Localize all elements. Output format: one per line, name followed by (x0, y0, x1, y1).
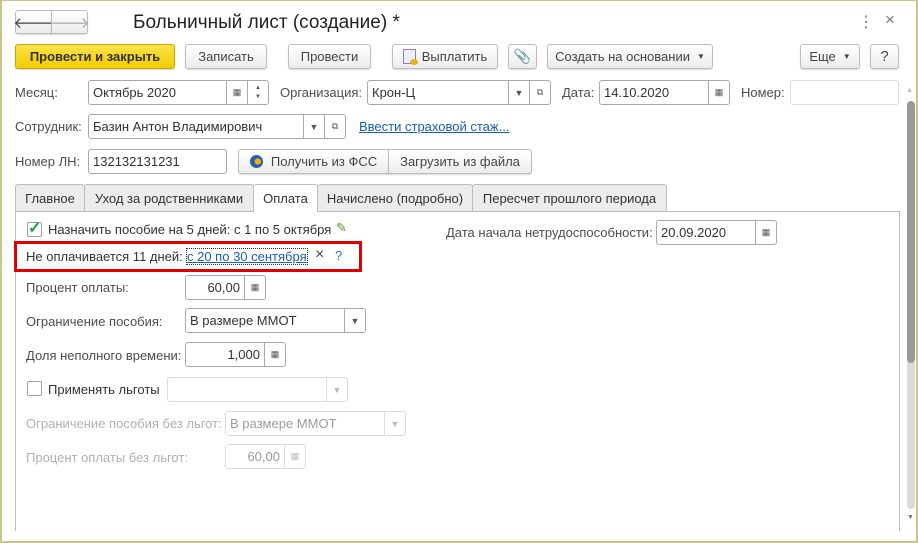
calculator-icon[interactable]: ▦ (264, 343, 285, 366)
calendar-icon[interactable]: ▦ (226, 81, 247, 104)
scroll-up-icon[interactable]: ▲ (906, 87, 913, 94)
get-from-fss-button[interactable]: Получить из ФСС (238, 149, 389, 174)
post-and-close-button[interactable]: Провести и закрыть (15, 44, 175, 69)
more-icon[interactable]: ⋮ (858, 12, 874, 32)
dropdown-arrow-icon: ▼ (696, 52, 705, 61)
organization-label: Организация: (280, 85, 363, 100)
save-button[interactable]: Записать (185, 44, 267, 69)
month-label: Месяц: (15, 85, 58, 100)
page-title: Больничный лист (создание) * (133, 12, 400, 33)
create-based-on-button[interactable]: Создать на основании ▼ (547, 44, 713, 69)
benefit-limit-label: Ограничение пособия: (26, 314, 163, 329)
pay-button[interactable]: Выплатить (392, 44, 498, 69)
forward-button[interactable]: 🡒 (49, 10, 90, 34)
ln-number-field[interactable]: 132132131231 (88, 149, 227, 174)
pencil-icon[interactable]: ✎ (336, 220, 347, 236)
limit-no-benefits-label: Ограничение пособия без льгот: (26, 416, 222, 431)
dropdown-arrow-icon[interactable]: ▼ (508, 81, 529, 104)
help-icon[interactable]: ? (335, 248, 342, 263)
calendar-icon[interactable]: ▦ (755, 221, 776, 244)
window: 🡐 🡒 Больничный лист (создание) * ⋮ × Про… (0, 0, 918, 543)
assign-benefit-label: Назначить пособие на 5 дней: с 1 по 5 ок… (48, 222, 332, 237)
percent-no-benefits-label: Процент оплаты без льгот: (26, 450, 188, 465)
tab-recalculation[interactable]: Пересчет прошлого периода (472, 184, 667, 212)
organization-field[interactable]: Крон-Ц ▼ ⧉ (367, 80, 551, 105)
calculator-icon: ▦ (284, 445, 305, 468)
spinner-icon[interactable]: ▲ ▼ (247, 81, 268, 104)
tab-relatives-care[interactable]: Уход за родственниками (84, 184, 254, 212)
part-time-field[interactable]: 1,000 ▦ (185, 342, 286, 367)
apply-benefits-checkbox[interactable] (27, 381, 42, 396)
arrow-left-icon: 🡐 (13, 14, 54, 32)
date-label: Дата: (562, 85, 595, 100)
payment-percent-field[interactable]: 60,00 ▦ (185, 275, 266, 300)
open-icon[interactable]: ⧉ (324, 115, 345, 138)
calendar-icon[interactable]: ▦ (708, 81, 729, 104)
open-icon[interactable]: ⧉ (529, 81, 550, 104)
number-label: Номер: (741, 85, 785, 100)
calculator-icon[interactable]: ▦ (244, 276, 265, 299)
number-field[interactable] (790, 80, 899, 105)
dropdown-arrow-icon[interactable]: ▼ (303, 115, 324, 138)
payment-percent-label: Процент оплаты: (26, 280, 129, 295)
assign-benefit-checkbox[interactable]: ✓ (27, 220, 42, 237)
employee-field[interactable]: Базин Антон Владимирович ▼ ⧉ (88, 114, 346, 139)
unpaid-period-link[interactable]: с 20 по 30 сентября (186, 248, 308, 265)
fss-logo-icon (249, 155, 263, 168)
paperclip-icon: 📎 (513, 48, 532, 64)
date-field[interactable]: 14.10.2020 ▦ (599, 80, 730, 105)
unpaid-days-label: Не оплачивается 11 дней: (26, 249, 183, 264)
insurance-experience-link[interactable]: Ввести страховой стаж... (359, 119, 509, 134)
back-button[interactable]: 🡐 (13, 10, 54, 34)
checkmark-icon: ✓ (28, 220, 42, 237)
benefit-limit-select[interactable]: В размере ММОТ ▼ (185, 308, 366, 333)
disability-start-field[interactable]: 20.09.2020 ▦ (656, 220, 777, 245)
load-from-file-button[interactable]: Загрузить из файла (388, 149, 532, 174)
help-button[interactable]: ? (870, 44, 899, 69)
limit-no-benefits-select: В размере ММОТ ▼ (225, 411, 406, 436)
percent-no-benefits-field: 60,00 ▦ (225, 444, 306, 469)
disability-start-label: Дата начала нетрудоспособности: (446, 225, 653, 240)
part-time-label: Доля неполного времени: (26, 348, 182, 363)
scroll-down-icon[interactable]: ▼ (907, 514, 914, 521)
arrow-right-icon: 🡒 (49, 14, 90, 32)
tab-main[interactable]: Главное (15, 184, 85, 212)
employee-label: Сотрудник: (15, 119, 82, 134)
dropdown-arrow-icon[interactable]: ▼ (344, 309, 365, 332)
apply-benefits-label: Применять льготы (48, 382, 160, 397)
close-icon[interactable]: × (885, 10, 895, 30)
scrollbar-thumb[interactable] (907, 101, 915, 363)
document-coins-icon (402, 49, 418, 65)
dropdown-arrow-icon: ▼ (842, 52, 851, 61)
ln-number-label: Номер ЛН: (15, 154, 81, 169)
month-field[interactable]: Октябрь 2020 ▦ ▲ ▼ (88, 80, 269, 105)
attach-button[interactable]: 📎 (508, 44, 537, 69)
more-button[interactable]: Еще ▼ (800, 44, 860, 69)
dropdown-arrow-icon: ▼ (326, 378, 347, 401)
dropdown-arrow-icon: ▼ (384, 412, 405, 435)
tab-accrued-detailed[interactable]: Начислено (подробно) (317, 184, 473, 212)
benefits-select[interactable]: ▼ (167, 377, 348, 402)
clear-icon[interactable]: × (315, 246, 324, 264)
post-button[interactable]: Провести (288, 44, 371, 69)
tab-payment[interactable]: Оплата (253, 184, 318, 212)
